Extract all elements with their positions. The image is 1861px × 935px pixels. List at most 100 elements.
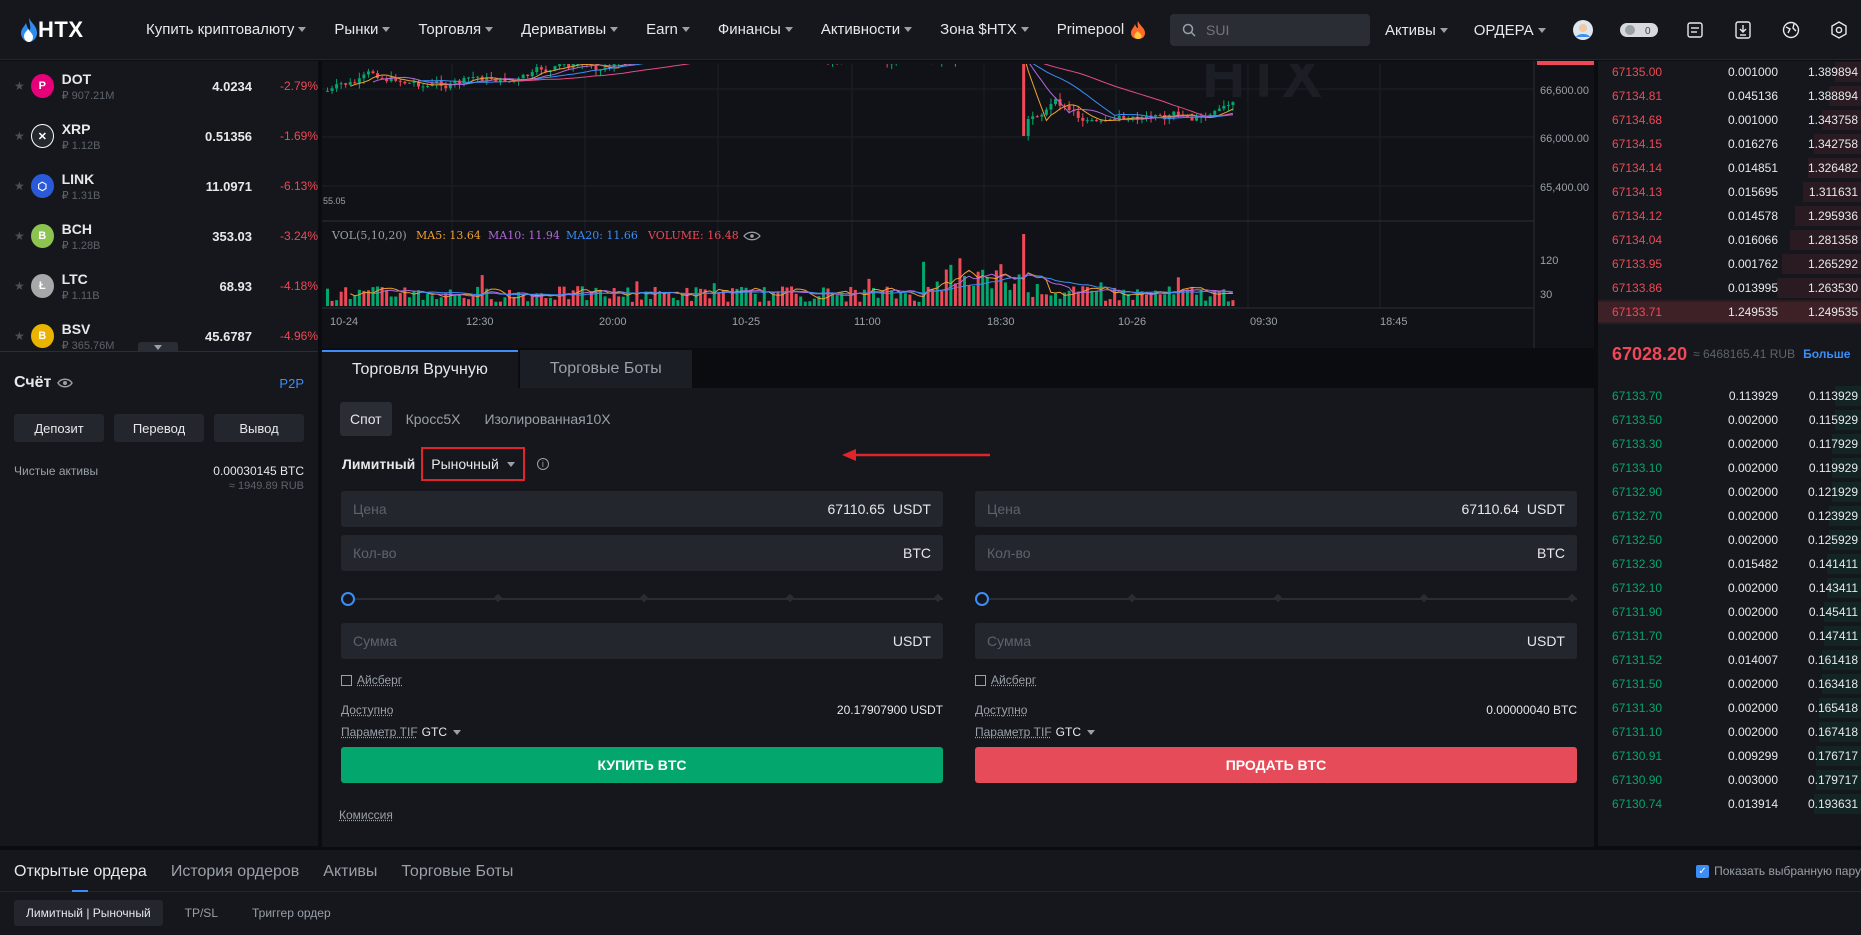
- transfer-button[interactable]: Перевод: [114, 414, 204, 442]
- star-icon[interactable]: ★: [14, 79, 31, 93]
- bid-row[interactable]: 67131.10 0.002000 0.167418: [1598, 720, 1861, 744]
- slider-knob[interactable]: [975, 592, 989, 606]
- nav-derivatives[interactable]: Деривативы: [521, 21, 619, 38]
- nav-buy-crypto[interactable]: Купить криптовалюту: [146, 21, 307, 38]
- star-icon[interactable]: ★: [14, 329, 31, 343]
- nav-primepool[interactable]: Primepool: [1057, 20, 1147, 39]
- eye-icon[interactable]: [57, 377, 74, 389]
- tab-cross-5x[interactable]: Кросс5X: [396, 402, 471, 436]
- ask-row[interactable]: 67134.15 0.016276 1.342758: [1598, 132, 1861, 156]
- buy-amount-slider[interactable]: [341, 579, 943, 619]
- order-type-limit[interactable]: Лимитный: [342, 456, 415, 472]
- bid-row[interactable]: 67132.70 0.002000 0.123929: [1598, 504, 1861, 528]
- collapse-list-button[interactable]: [138, 342, 178, 351]
- ask-row[interactable]: 67134.12 0.014578 1.295936: [1598, 204, 1861, 228]
- buy-btc-button[interactable]: КУПИТЬ BTC: [341, 747, 943, 783]
- ask-row[interactable]: 67134.81 0.045136 1.388894: [1598, 84, 1861, 108]
- tab-order-history[interactable]: История ордеров: [171, 863, 299, 891]
- vip-badge[interactable]: 0: [1619, 19, 1658, 41]
- subtab-limit-market[interactable]: Лимитный | Рыночный: [14, 900, 163, 926]
- orders-icon-button[interactable]: [1684, 19, 1706, 41]
- bid-row[interactable]: 67131.52 0.014007 0.161418: [1598, 648, 1861, 672]
- star-icon[interactable]: ★: [14, 229, 31, 243]
- buy-iceberg-option[interactable]: Айсберг: [341, 673, 943, 687]
- commission-link[interactable]: Комиссия: [339, 808, 393, 822]
- bid-row[interactable]: 67131.50 0.002000 0.163418: [1598, 672, 1861, 696]
- order-type-market-dropdown[interactable]: Рыночный: [421, 447, 525, 481]
- language-button[interactable]: [1780, 19, 1802, 41]
- ask-row[interactable]: 67134.04 0.016066 1.281358: [1598, 228, 1861, 252]
- nav-assets[interactable]: Активы: [1385, 22, 1448, 39]
- nav-markets[interactable]: Рынки: [334, 21, 391, 38]
- vol-eye-icon[interactable]: [743, 231, 761, 241]
- coin-row-bch[interactable]: ★ B BCH ₽ 1.28B 353.03 -3.24%: [0, 211, 318, 261]
- tab-isolated-10x[interactable]: Изолированная10X: [474, 402, 620, 436]
- subtab-tpsl[interactable]: TP/SL: [173, 900, 230, 926]
- coin-row-dot[interactable]: ★ P DOT ₽ 907.21M 4.0234 -2.79%: [0, 61, 318, 111]
- star-icon[interactable]: ★: [14, 179, 31, 193]
- bid-row[interactable]: 67132.90 0.002000 0.121929: [1598, 480, 1861, 504]
- sell-btc-button[interactable]: ПРОДАТЬ BTC: [975, 747, 1577, 783]
- nav-orders[interactable]: ОРДЕРА: [1474, 22, 1546, 39]
- coin-row-link[interactable]: ★ ⬡ LINK ₽ 1.31B 11.0971 -6.13%: [0, 161, 318, 211]
- subtab-trigger[interactable]: Триггер ордер: [240, 900, 343, 926]
- bid-row[interactable]: 67130.74 0.013914 0.193631: [1598, 792, 1861, 816]
- nav-activities[interactable]: Активности: [821, 21, 913, 38]
- settings-button[interactable]: [1828, 19, 1850, 41]
- buy-tif-selector[interactable]: Параметр TIF GTC: [341, 725, 943, 739]
- bid-row[interactable]: 67132.30 0.015482 0.141411: [1598, 552, 1861, 576]
- ask-row[interactable]: 67133.71 1.249535 1.249535: [1598, 300, 1861, 324]
- sell-sum-field[interactable]: Сумма USDT: [975, 623, 1577, 659]
- bid-row[interactable]: 67131.70 0.002000 0.147411: [1598, 624, 1861, 648]
- ask-row[interactable]: 67134.68 0.001000 1.343758: [1598, 108, 1861, 132]
- info-icon[interactable]: i: [536, 458, 549, 470]
- checkbox[interactable]: [975, 674, 986, 686]
- bid-row[interactable]: 67133.30 0.002000 0.117929: [1598, 432, 1861, 456]
- ask-row[interactable]: 67134.13 0.015695 1.311631: [1598, 180, 1861, 204]
- star-icon[interactable]: ★: [14, 279, 31, 293]
- search-box[interactable]: [1170, 14, 1370, 46]
- coin-row-xrp[interactable]: ★ ✕ XRP ₽ 1.12B 0.51356 -1.69%: [0, 111, 318, 161]
- sell-quantity-field[interactable]: Кол-во BTC: [975, 535, 1577, 571]
- more-link[interactable]: Больше: [1803, 347, 1850, 361]
- checkbox[interactable]: [341, 674, 352, 686]
- search-input[interactable]: [1206, 22, 1346, 38]
- tab-trading-bots[interactable]: Торговые Боты: [519, 350, 692, 388]
- tab-open-orders[interactable]: Открытые ордера: [14, 863, 147, 892]
- bid-row[interactable]: 67133.10 0.002000 0.119929: [1598, 456, 1861, 480]
- bid-row[interactable]: 67132.50 0.002000 0.125929: [1598, 528, 1861, 552]
- nav-trade[interactable]: Торговля: [418, 21, 494, 38]
- user-avatar[interactable]: [1572, 19, 1594, 41]
- ask-row[interactable]: 67134.14 0.014851 1.326482: [1598, 156, 1861, 180]
- nav-htx-zone[interactable]: Зона $HTX: [940, 21, 1029, 38]
- slider-knob[interactable]: [341, 592, 355, 606]
- bid-row[interactable]: 67131.30 0.002000 0.165418: [1598, 696, 1861, 720]
- p2p-link[interactable]: P2P: [279, 376, 304, 391]
- bid-row[interactable]: 67132.10 0.002000 0.143411: [1598, 576, 1861, 600]
- sell-price-field[interactable]: Цена 67110.64 USDT: [975, 491, 1577, 527]
- sell-iceberg-option[interactable]: Айсберг: [975, 673, 1577, 687]
- htx-logo[interactable]: HTX: [20, 17, 110, 43]
- bid-row[interactable]: 67133.70 0.113929 0.113929: [1598, 384, 1861, 408]
- deposit-button[interactable]: Депозит: [14, 414, 104, 442]
- bid-row[interactable]: 67133.50 0.002000 0.115929: [1598, 408, 1861, 432]
- bid-row[interactable]: 67130.91 0.009299 0.176717: [1598, 744, 1861, 768]
- buy-price-field[interactable]: Цена 67110.65 USDT: [341, 491, 943, 527]
- star-icon[interactable]: ★: [14, 129, 31, 143]
- bid-row[interactable]: 67131.90 0.002000 0.145411: [1598, 600, 1861, 624]
- buy-quantity-field[interactable]: Кол-во BTC: [341, 535, 943, 571]
- show-selected-pair-option[interactable]: ✓ Показать выбранную пару: [1696, 864, 1861, 878]
- chart-svg[interactable]: HTX 66,600.00 66,000.00 65,400.00 55.05 …: [322, 61, 1594, 348]
- buy-sum-field[interactable]: Сумма USDT: [341, 623, 943, 659]
- download-button[interactable]: [1732, 19, 1754, 41]
- ask-row[interactable]: 67133.95 0.001762 1.265292: [1598, 252, 1861, 276]
- coin-row-ltc[interactable]: ★ Ł LTC ₽ 1.11B 68.93 -4.18%: [0, 261, 318, 311]
- tab-spot[interactable]: Спот: [340, 402, 392, 436]
- checkbox-checked-icon[interactable]: ✓: [1696, 864, 1710, 878]
- tab-manual-trading[interactable]: Торговля Вручную: [322, 350, 518, 388]
- ask-row[interactable]: 67133.86 0.013995 1.263530: [1598, 276, 1861, 300]
- sell-amount-slider[interactable]: [975, 579, 1577, 619]
- bid-row[interactable]: 67130.90 0.003000 0.179717: [1598, 768, 1861, 792]
- withdraw-button[interactable]: Вывод: [214, 414, 304, 442]
- nav-finance[interactable]: Финансы: [718, 21, 793, 38]
